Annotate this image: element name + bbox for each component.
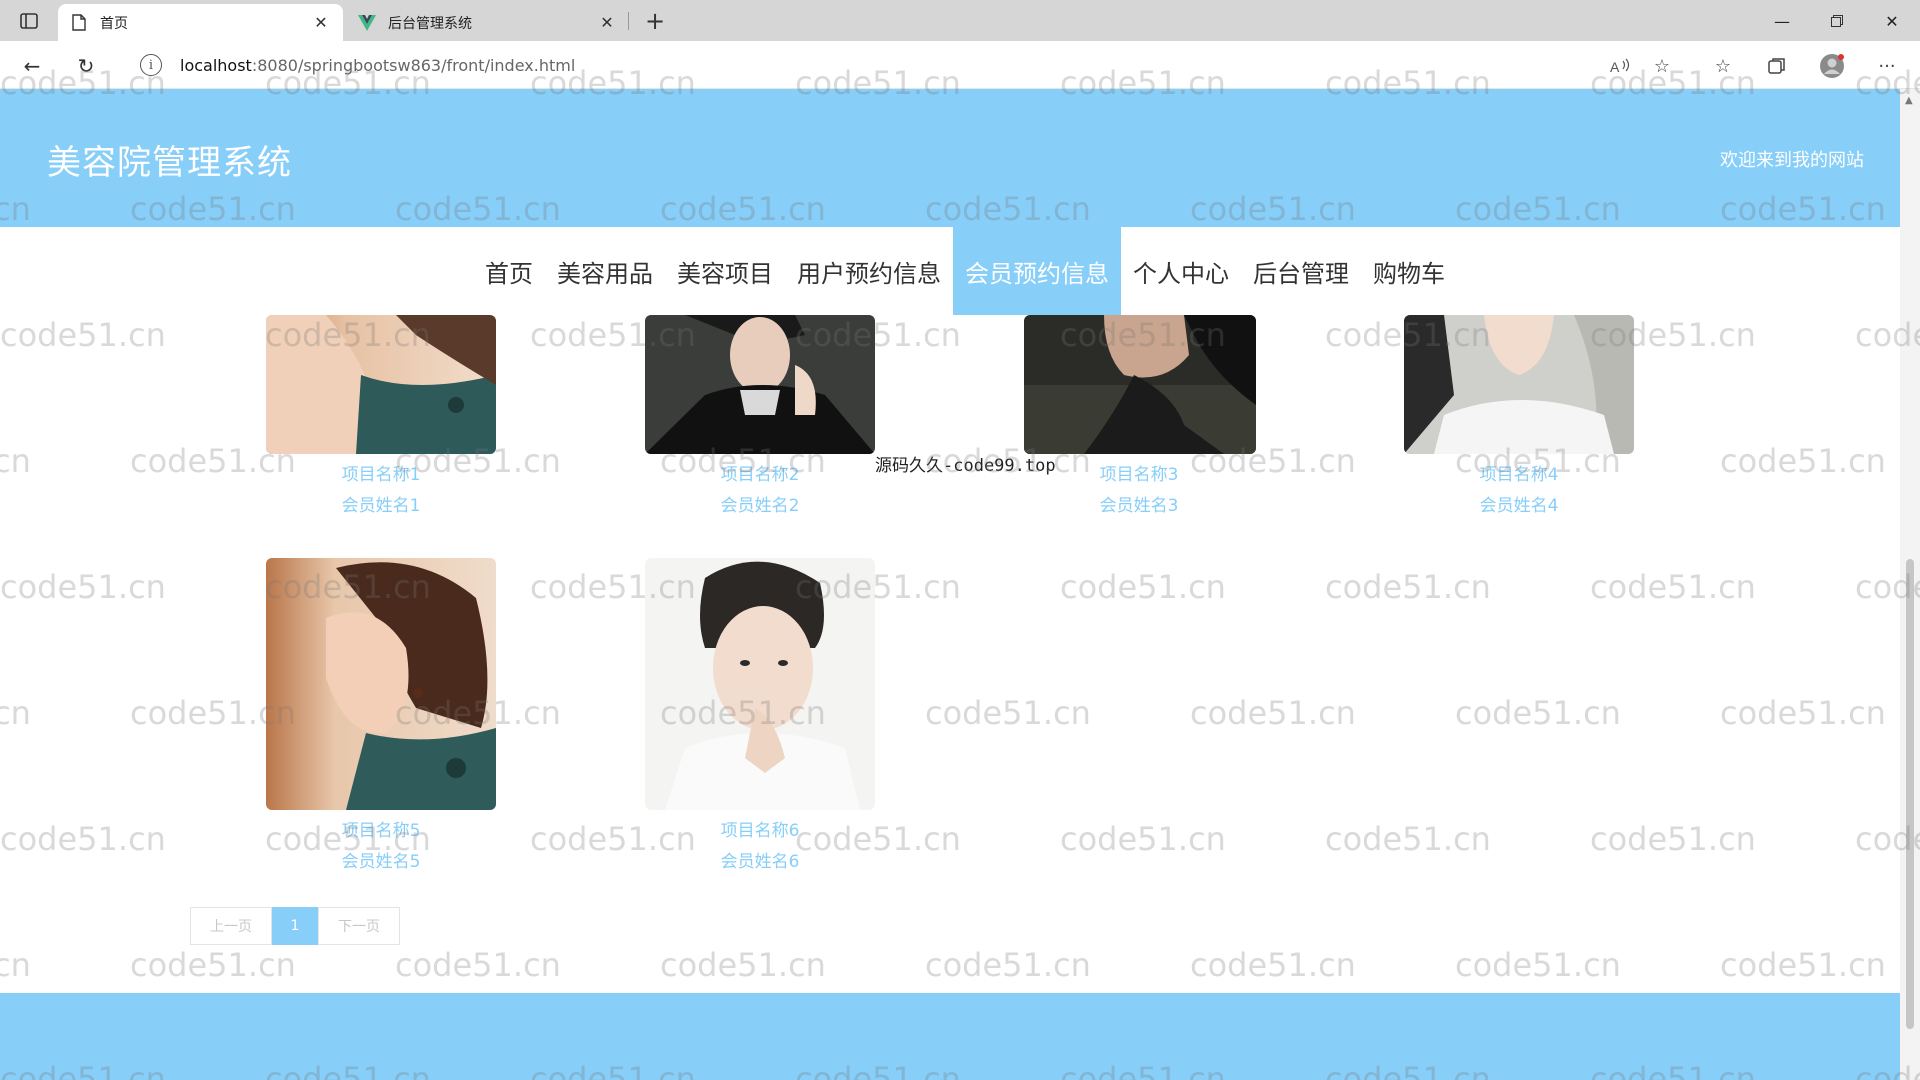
portrait-image[interactable] <box>1024 315 1256 454</box>
nav-admin[interactable]: 后台管理 <box>1241 227 1361 315</box>
url-path: :8080/springbootsw863/front/index.html <box>251 55 576 75</box>
tab-title: 首页 <box>100 15 128 32</box>
next-page-button[interactable]: 下一页 <box>318 907 400 945</box>
list-item[interactable]: 项目名称1 会员姓名1 <box>266 315 496 517</box>
site-footer <box>0 993 1900 1080</box>
site-title: 美容院管理系统 <box>47 143 292 183</box>
page-viewport: 美容院管理系统 欢迎来到我的网站 首页 美容用品 美容项目 用户预约信息 会员预… <box>0 89 1900 1080</box>
project-name[interactable]: 项目名称5 <box>266 820 496 842</box>
page-scrollbar[interactable]: ▲ <box>1900 89 1920 1080</box>
project-name[interactable]: 项目名称6 <box>645 820 875 842</box>
member-name: 会员姓名2 <box>720 496 800 516</box>
back-arrow-icon[interactable]: ← <box>16 50 48 82</box>
nav-user-appointments[interactable]: 用户预约信息 <box>785 227 953 315</box>
favorites-icon[interactable]: ☆ <box>1708 51 1738 81</box>
nav-personal-center[interactable]: 个人中心 <box>1121 227 1241 315</box>
minimize-icon[interactable]: — <box>1760 6 1804 36</box>
welcome-text: 欢迎来到我的网站 <box>1720 150 1864 171</box>
portrait-image[interactable] <box>645 558 875 810</box>
list-item[interactable]: 项目名称3 会员姓名3 <box>1024 315 1256 517</box>
nav-cart[interactable]: 购物车 <box>1361 227 1457 315</box>
nav-home[interactable]: 首页 <box>473 227 545 315</box>
tab-actions-icon[interactable] <box>14 8 44 34</box>
nav-beauty-products[interactable]: 美容用品 <box>545 227 665 315</box>
member-name: 会员姓名1 <box>341 496 421 516</box>
tab-title: 后台管理系统 <box>388 15 472 32</box>
member-name: 会员姓名6 <box>720 852 800 872</box>
scroll-up-icon[interactable]: ▲ <box>1905 95 1913 106</box>
scrollbar-thumb[interactable] <box>1906 559 1914 1029</box>
watermark-caption: 源码久久-code99.top <box>875 456 1056 476</box>
tab-home[interactable]: 首页 ✕ <box>58 4 343 41</box>
plus-icon[interactable]: + <box>640 6 670 36</box>
nav-member-appointments[interactable]: 会员预约信息 <box>953 227 1121 315</box>
project-name[interactable]: 项目名称2 <box>645 464 875 486</box>
portrait-image[interactable] <box>266 558 496 810</box>
site-header: 美容院管理系统 欢迎来到我的网站 <box>0 89 1900 227</box>
main-nav: 首页 美容用品 美容项目 用户预约信息 会员预约信息 个人中心 后台管理 购物车 <box>0 227 1900 315</box>
current-page-button[interactable]: 1 <box>272 907 318 945</box>
more-options-icon[interactable]: ··· <box>1872 51 1902 81</box>
close-window-icon[interactable]: ✕ <box>1870 6 1914 36</box>
restore-icon[interactable] <box>1815 6 1859 36</box>
project-name[interactable]: 项目名称4 <box>1404 464 1634 486</box>
read-aloud-icon[interactable]: A <box>1605 51 1635 81</box>
list-item[interactable]: 项目名称2 会员姓名2 <box>645 315 875 517</box>
pagination: 上一页 1 下一页 <box>190 907 400 945</box>
project-name[interactable]: 项目名称1 <box>266 464 496 486</box>
prev-page-button[interactable]: 上一页 <box>190 907 272 945</box>
portrait-image[interactable] <box>1404 315 1634 454</box>
refresh-icon[interactable]: ↻ <box>70 50 102 82</box>
close-icon[interactable]: ✕ <box>597 13 617 33</box>
list-item[interactable]: 项目名称5 会员姓名5 <box>266 558 496 873</box>
url-input[interactable]: i localhost:8080/springbootsw863/front/i… <box>122 47 1692 83</box>
list-item[interactable]: 项目名称6 会员姓名6 <box>645 558 875 873</box>
vue-logo-icon <box>358 14 376 32</box>
page-icon <box>70 14 88 32</box>
project-name[interactable]: 项目名称3 <box>1024 464 1254 486</box>
address-bar: ← ↻ i localhost:8080/springbootsw863/fro… <box>0 41 1920 89</box>
tab-admin[interactable]: 后台管理系统 ✕ <box>346 4 629 41</box>
portrait-image[interactable] <box>266 315 496 454</box>
close-icon[interactable]: ✕ <box>311 13 331 33</box>
info-icon[interactable]: i <box>140 54 162 76</box>
url-host: localhost <box>180 55 252 75</box>
svg-text:A: A <box>1610 59 1620 74</box>
member-name: 会员姓名4 <box>1479 496 1559 516</box>
favorite-add-icon[interactable]: ☆ <box>1647 51 1677 81</box>
avatar[interactable] <box>1817 51 1847 81</box>
member-name: 会员姓名3 <box>1099 496 1179 516</box>
browser-tab-bar: 首页 ✕ 后台管理系统 ✕ + — ✕ <box>0 0 1920 41</box>
nav-beauty-projects[interactable]: 美容项目 <box>665 227 785 315</box>
list-item[interactable]: 项目名称4 会员姓名4 <box>1404 315 1634 517</box>
portrait-image[interactable] <box>645 315 875 454</box>
collections-icon[interactable] <box>1762 51 1792 81</box>
tab-separator <box>628 12 629 30</box>
member-name: 会员姓名5 <box>341 852 421 872</box>
